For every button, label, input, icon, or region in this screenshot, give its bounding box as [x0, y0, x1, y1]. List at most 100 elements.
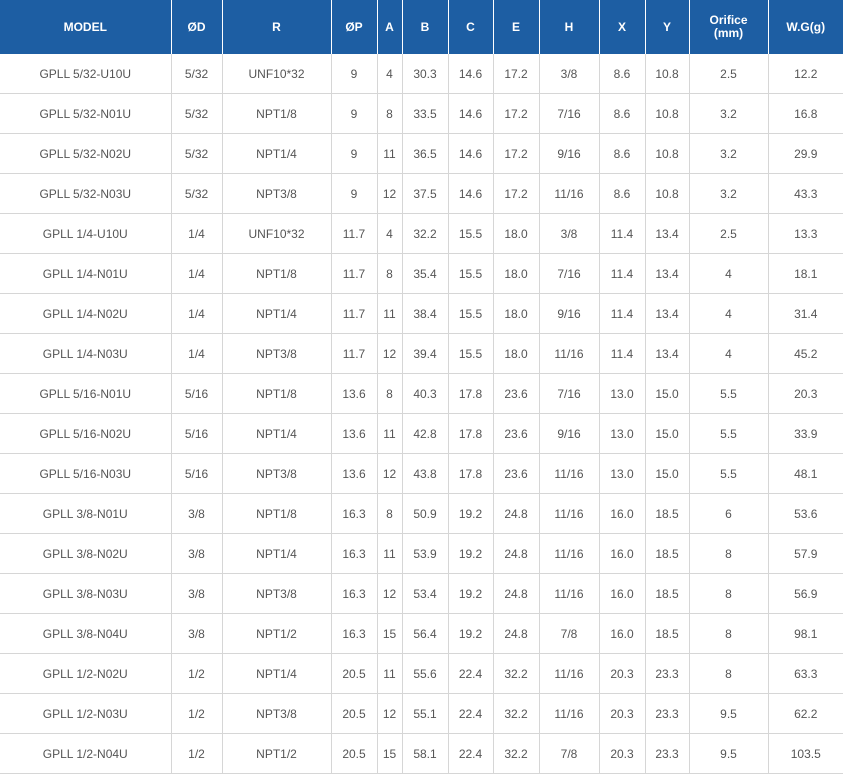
- table-cell: 3/8: [171, 573, 223, 614]
- table-cell: NPT1/4: [222, 133, 332, 174]
- table-cell: 8.6: [599, 54, 646, 94]
- table-cell: 11.7: [331, 213, 378, 254]
- table-row: GPLL 5/32-N03U 5/32 NPT3/8 9 12 37.5 14.6 17.2 1…: [0, 173, 843, 214]
- table-cell: 13.0: [599, 413, 646, 454]
- model-cell: GPLL 1/2-N02U: [0, 653, 172, 694]
- table-row: GPLL 3/8-N03U 3/8 NPT3/8 16.3 12 53.4 19.2 24.8…: [0, 573, 843, 614]
- table-cell: 10.8: [645, 54, 690, 94]
- table-cell: 11.4: [599, 213, 646, 254]
- table-cell: NPT1/2: [222, 613, 332, 654]
- table-cell: 9: [331, 173, 378, 214]
- table-cell: 2.5: [689, 213, 769, 254]
- table-cell: 24.8: [493, 613, 540, 654]
- model-cell: GPLL 3/8-N04U: [0, 613, 172, 654]
- table-cell: NPT3/8: [222, 693, 332, 734]
- spec-table: MODEL ØD R ØP A B C E H X Y Orifice (mm) W.G(g) GPLL …: [0, 0, 843, 774]
- table-cell: 5/32: [171, 173, 223, 214]
- table-cell: 15: [377, 733, 403, 774]
- table-cell: 12: [377, 693, 403, 734]
- table-cell: 11.7: [331, 253, 378, 294]
- table-cell: 14.6: [448, 93, 494, 134]
- header-y: Y: [645, 0, 690, 54]
- table-cell: 13.4: [645, 333, 690, 374]
- table-cell: 20.5: [331, 653, 378, 694]
- table-cell: 15.5: [448, 293, 494, 334]
- table-cell: 32.2: [493, 653, 540, 694]
- table-cell: 32.2: [493, 693, 540, 734]
- table-cell: 14.6: [448, 54, 494, 94]
- table-cell: 13.6: [331, 413, 378, 454]
- table-cell: NPT1/8: [222, 253, 332, 294]
- header-op: ØP: [331, 0, 378, 54]
- table-cell: 63.3: [768, 653, 843, 694]
- table-cell: 9.5: [689, 733, 769, 774]
- table-cell: 9/16: [539, 293, 600, 334]
- table-cell: 9/16: [539, 133, 600, 174]
- table-cell: 3.2: [689, 93, 769, 134]
- model-cell: GPLL 1/2-N04U: [0, 733, 172, 774]
- table-cell: 11/16: [539, 493, 600, 534]
- model-cell: GPLL 5/32-N02U: [0, 133, 172, 174]
- table-cell: 5/16: [171, 453, 223, 494]
- table-cell: NPT1/8: [222, 373, 332, 414]
- table-cell: 16.0: [599, 533, 646, 574]
- header-h: H: [539, 0, 600, 54]
- header-e: E: [493, 0, 540, 54]
- table-cell: 17.2: [493, 54, 540, 94]
- table-cell: 8: [689, 653, 769, 694]
- table-body: GPLL 5/32-U10U 5/32 UNF10*32 9 4 30.3 14.6 17.2…: [0, 54, 843, 774]
- table-cell: 1/2: [171, 733, 223, 774]
- table-cell: 17.2: [493, 133, 540, 174]
- table-cell: 16.8: [768, 93, 843, 134]
- table-cell: 3.2: [689, 173, 769, 214]
- model-cell: GPLL 5/32-N03U: [0, 173, 172, 214]
- table-cell: 20.3: [768, 373, 843, 414]
- table-cell: 9/16: [539, 413, 600, 454]
- table-cell: 23.6: [493, 453, 540, 494]
- table-cell: 11/16: [539, 533, 600, 574]
- table-cell: 5.5: [689, 413, 769, 454]
- table-row: GPLL 1/2-N02U 1/2 NPT1/4 20.5 11 55.6 22.4 32.2…: [0, 653, 843, 694]
- table-cell: 24.8: [493, 493, 540, 534]
- table-cell: 17.2: [493, 93, 540, 134]
- table-row: GPLL 3/8-N01U 3/8 NPT1/8 16.3 8 50.9 19.2 24.8 1…: [0, 493, 843, 534]
- table-cell: 5.5: [689, 373, 769, 414]
- table-cell: 15.0: [645, 453, 690, 494]
- table-cell: 22.4: [448, 653, 494, 694]
- table-cell: 11.7: [331, 333, 378, 374]
- table-cell: 14.6: [448, 173, 494, 214]
- table-cell: 42.8: [402, 413, 449, 454]
- table-cell: 13.6: [331, 373, 378, 414]
- table-row: GPLL 1/4-N03U 1/4 NPT3/8 11.7 12 39.4 15.5 18.0…: [0, 333, 843, 374]
- table-cell: 8: [377, 493, 403, 534]
- table-cell: 19.2: [448, 613, 494, 654]
- table-cell: 50.9: [402, 493, 449, 534]
- table-cell: 16.0: [599, 573, 646, 614]
- table-cell: 4: [377, 213, 403, 254]
- table-cell: 16.0: [599, 613, 646, 654]
- table-cell: 8: [377, 373, 403, 414]
- table-cell: 12: [377, 333, 403, 374]
- table-cell: 62.2: [768, 693, 843, 734]
- table-cell: NPT1/4: [222, 293, 332, 334]
- header-c: C: [448, 0, 494, 54]
- table-row: GPLL 5/32-N01U 5/32 NPT1/8 9 8 33.5 14.6 17.2 7/…: [0, 93, 843, 134]
- table-cell: 24.8: [493, 573, 540, 614]
- table-cell: 12.2: [768, 54, 843, 94]
- header-b: B: [402, 0, 449, 54]
- table-cell: 5/32: [171, 93, 223, 134]
- table-cell: UNF10*32: [222, 54, 332, 94]
- table-cell: 55.1: [402, 693, 449, 734]
- table-cell: 18.0: [493, 333, 540, 374]
- table-cell: 2.5: [689, 54, 769, 94]
- table-cell: 6: [689, 493, 769, 534]
- table-cell: 35.4: [402, 253, 449, 294]
- table-cell: UNF10*32: [222, 213, 332, 254]
- table-row: GPLL 1/4-U10U 1/4 UNF10*32 11.7 4 32.2 15.5 18.…: [0, 213, 843, 254]
- table-cell: 9: [331, 93, 378, 134]
- table-cell: 13.6: [331, 453, 378, 494]
- table-cell: 11/16: [539, 573, 600, 614]
- table-cell: 11/16: [539, 453, 600, 494]
- table-cell: NPT1/4: [222, 413, 332, 454]
- table-cell: 22.4: [448, 693, 494, 734]
